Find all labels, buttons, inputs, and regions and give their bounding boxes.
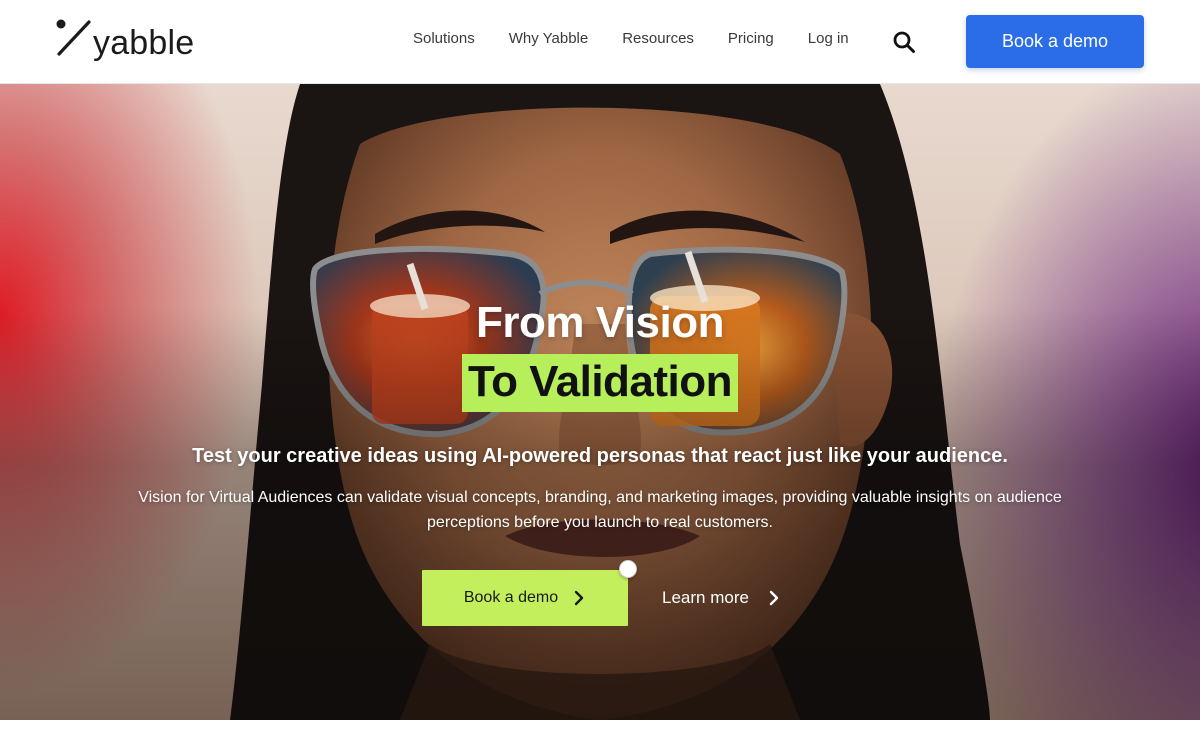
logo-text: yabble <box>93 24 195 62</box>
hero-title-line1: From Vision <box>476 298 724 347</box>
nav-item-log-in[interactable]: Log in <box>808 30 849 47</box>
hero-section: From Vision To Validation Test your crea… <box>0 84 1200 720</box>
hero-subtitle: Test your creative ideas using AI-powere… <box>192 445 1008 467</box>
nav-item-solutions[interactable]: Solutions <box>413 30 475 47</box>
chevron-right-icon <box>574 590 584 606</box>
learn-more-label: Learn more <box>662 588 749 607</box>
book-demo-header-button[interactable]: Book a demo <box>966 15 1144 68</box>
book-demo-hero-button[interactable]: Book a demo <box>422 570 628 626</box>
learn-more-link[interactable]: Learn more <box>662 584 781 612</box>
logo-mark-icon <box>56 19 91 56</box>
chevron-right-icon <box>769 590 779 606</box>
hero-description: Vision for Virtual Audiences can validat… <box>138 489 1062 531</box>
nav-item-resources[interactable]: Resources <box>622 30 694 47</box>
mouse-cursor-dot <box>619 560 637 578</box>
site-header: yabble Solutions Why Yabble Resources Pr… <box>0 0 1200 84</box>
main-nav: Solutions Why Yabble Resources Pricing L… <box>413 30 883 47</box>
nav-item-pricing[interactable]: Pricing <box>728 30 774 47</box>
nav-item-why-yabble[interactable]: Why Yabble <box>509 30 589 47</box>
search-icon[interactable] <box>892 30 916 54</box>
hero-content: From Vision To Validation Test your crea… <box>0 84 1200 720</box>
hero-title-line2-wrap: To Validation <box>0 354 1200 412</box>
hero-title-line2-highlight: To Validation <box>461 354 739 412</box>
book-demo-hero-label: Book a demo <box>463 589 559 606</box>
